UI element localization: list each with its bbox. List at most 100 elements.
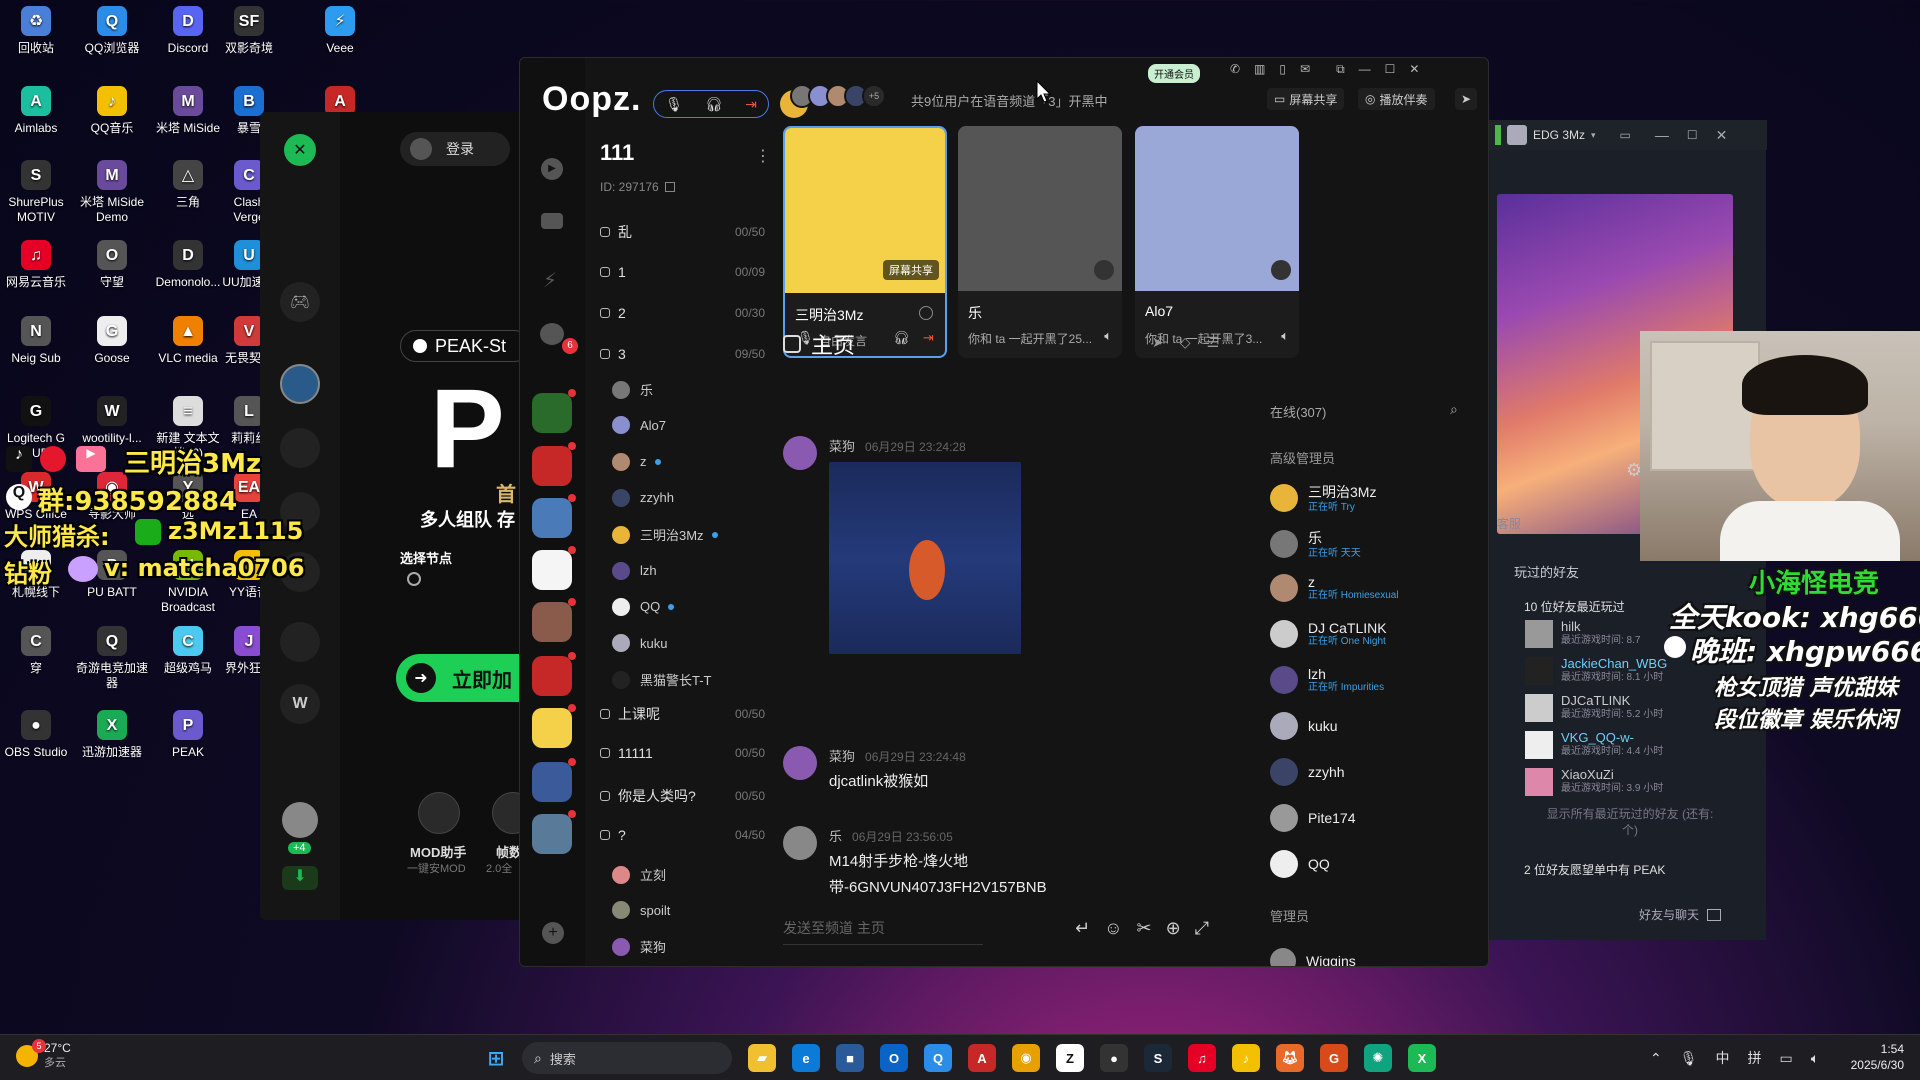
file-explorer-icon[interactable]: ▰ [748, 1044, 776, 1072]
desktop-icon[interactable]: ♻ 回收站 [0, 6, 73, 56]
close-icon[interactable]: ✕ [1409, 62, 1419, 77]
desktop-icon[interactable]: SF 双影奇境 [217, 6, 281, 56]
desktop-icon[interactable]: O 守望 [75, 240, 149, 290]
voice-member[interactable]: 三明治3Mz [612, 525, 718, 544]
obs-icon[interactable]: ● [1100, 1044, 1128, 1072]
maximize-icon[interactable]: ☐ [1385, 62, 1396, 77]
shirt-icon[interactable]: ▥ [1254, 62, 1265, 77]
voice-member[interactable]: 立刻 [612, 865, 666, 884]
voice-channel[interactable]: ? 04/50 [600, 827, 765, 843]
desktop-icon[interactable]: A Aimlabs [0, 86, 73, 136]
friend-item[interactable]: hilk 最近游戏时间: 8.7 [1525, 620, 1640, 648]
profile-name[interactable]: EDG 3Mz [1533, 128, 1585, 142]
tray-mic-icon[interactable]: 🎙︎ [1680, 1050, 1698, 1067]
voice-member[interactable]: 黑猫警长T-T [612, 670, 712, 689]
desktop-icon[interactable]: N Neig Sub [0, 316, 73, 366]
play-icon[interactable]: ▶ [541, 158, 563, 180]
desktop-icon[interactable]: M 米塔 MiSide [151, 86, 225, 136]
stream-tile[interactable]: 乐你和 ta 一起开黑了25... 🔈︎ [958, 126, 1122, 358]
member-item[interactable]: Pite174 [1270, 804, 1355, 832]
ime-mode[interactable]: 拼 [1748, 1048, 1762, 1068]
fox-icon[interactable]: 🦊︎ [1276, 1044, 1304, 1072]
login-button[interactable]: 登录 [400, 132, 510, 166]
member-item[interactable]: 三明治3Mz 正在听 Try [1270, 482, 1376, 514]
desktop-icon[interactable]: △ 三角 [151, 160, 225, 210]
profile-avatar[interactable] [1507, 125, 1527, 145]
server-icon[interactable] [532, 550, 572, 590]
voice-channel[interactable]: 1 00/09 [600, 264, 765, 280]
netease-music-icon[interactable]: ♫ [1188, 1044, 1216, 1072]
minimize-icon[interactable]: — [1655, 127, 1669, 143]
voice-member[interactable]: spoilt [612, 901, 670, 919]
voice-channel[interactable]: 乱 00/50 [600, 222, 765, 242]
desktop-icon[interactable]: Wwootility-l... [75, 396, 149, 446]
server-icon[interactable] [532, 393, 572, 433]
node-select-icon[interactable] [407, 572, 421, 586]
steam-icon[interactable]: S [1144, 1044, 1172, 1072]
oopz-icon[interactable]: Z [1056, 1044, 1084, 1072]
add-server-icon[interactable]: + [542, 922, 564, 944]
desktop-icon[interactable]: C穿 [0, 626, 73, 676]
voice-member[interactable]: z [612, 452, 661, 471]
vip-badge[interactable]: 开通会员 [1148, 64, 1200, 83]
chevron-down-icon[interactable]: ▾ [1591, 130, 1596, 141]
network-icon[interactable]: ▭ [1780, 1050, 1793, 1067]
desktop-icon[interactable]: C 超级鸡马 [151, 626, 225, 676]
desktop-icon[interactable]: Q QQ浏览器 [75, 6, 149, 56]
steam-icon[interactable] [280, 428, 320, 468]
desktop-icon[interactable]: D Discord [151, 6, 225, 56]
desktop-icon[interactable]: P PEAK [151, 710, 225, 760]
member-item[interactable]: DJ CaTLINK 正在听 One Night [1270, 620, 1387, 648]
close-icon[interactable]: ✕ [1716, 127, 1728, 144]
stream-tile[interactable]: Alo7 你和 ta 一起开黑了3... 🔈︎ [1135, 126, 1299, 358]
voice-member[interactable]: zzyhh [612, 488, 674, 507]
desktop-icon[interactable]: ♪ QQ音乐 [75, 86, 149, 136]
friend-item[interactable]: VKG_QQ-w- 最近游戏时间: 4.4 小时 [1525, 731, 1663, 759]
desktop-icon[interactable]: X 迅游加速器 [75, 710, 149, 760]
scissors-icon[interactable]: ✂ [1136, 918, 1151, 939]
taskbar-search[interactable]: ⌕ 搜索 [522, 1042, 732, 1074]
apex-icon[interactable]: A [968, 1044, 996, 1072]
qq-browser-icon[interactable]: Q [924, 1044, 952, 1072]
member-item[interactable]: Wiggins [1270, 948, 1356, 966]
show-all-link[interactable]: 显示所有最近玩过的好友 (还有: 个) [1525, 806, 1735, 838]
game-d-icon[interactable] [280, 622, 320, 662]
desktop-icon[interactable]: D Demonolo... [151, 240, 225, 290]
mic-icon[interactable]: 🎙︎ [665, 96, 683, 113]
friend-item[interactable]: XiaoXuZi 最近游戏时间: 3.9 小时 [1525, 768, 1663, 796]
server-icon[interactable] [532, 762, 572, 802]
chrome-icon[interactable]: ◉ [1012, 1044, 1040, 1072]
app-icon[interactable]: ■ [836, 1044, 864, 1072]
minimize-icon[interactable]: — [1359, 62, 1371, 77]
volume-icon[interactable]: 🔈︎ [1104, 328, 1112, 344]
message-input[interactable]: 发送至频道 主页 [783, 918, 983, 945]
desktop-icon[interactable]: M 米塔 MiSide Demo [75, 160, 149, 225]
xbox-icon[interactable]: X [1408, 1044, 1436, 1072]
outlook-icon[interactable]: O [880, 1044, 908, 1072]
headset-icon[interactable]: 🎧︎ [705, 96, 723, 113]
desktop-icon[interactable]: ▲ VLC media [151, 316, 225, 366]
qq-music-icon[interactable]: ♪ [1232, 1044, 1260, 1072]
member-item[interactable]: lzh 正在听 Impurities [1270, 666, 1384, 694]
member-item[interactable]: zzyhh [1270, 758, 1345, 786]
wot-icon[interactable]: W [280, 684, 320, 724]
server-icon[interactable] [532, 814, 572, 854]
voice-member[interactable]: 乐 [612, 380, 653, 399]
volume-icon[interactable]: 🔈︎ [1811, 1050, 1819, 1067]
server-menu-icon[interactable]: ⋮ [755, 146, 771, 166]
stream-tile[interactable]: 屏幕共享 三明治3Mz 🎙︎ 自由发言 🎧︎ ⇥ [783, 126, 947, 358]
tag-icon[interactable]: ◇ [1180, 334, 1191, 351]
desktop-icon[interactable]: ⚡ Veee [303, 6, 377, 56]
desktop-icon[interactable]: S ShurePlus MOTIV [0, 160, 73, 225]
voice-member[interactable]: Alo7 [612, 416, 666, 435]
pip-icon[interactable]: ⧉ [1336, 62, 1345, 77]
volume-icon[interactable]: 🔈︎ [1281, 328, 1289, 344]
headset-icon[interactable]: 🎧︎ [893, 330, 910, 346]
message-author[interactable]: 菜狗 [829, 749, 855, 764]
share-icon[interactable]: ➤ [1152, 334, 1164, 351]
member-search-icon[interactable]: ⌕ [1450, 401, 1458, 418]
gift-icon[interactable]: ⬇ [282, 866, 318, 890]
member-item[interactable]: QQ [1270, 850, 1330, 878]
mobile-icon[interactable]: ▯ [1279, 62, 1286, 77]
voice-member[interactable]: QQ [612, 597, 675, 616]
